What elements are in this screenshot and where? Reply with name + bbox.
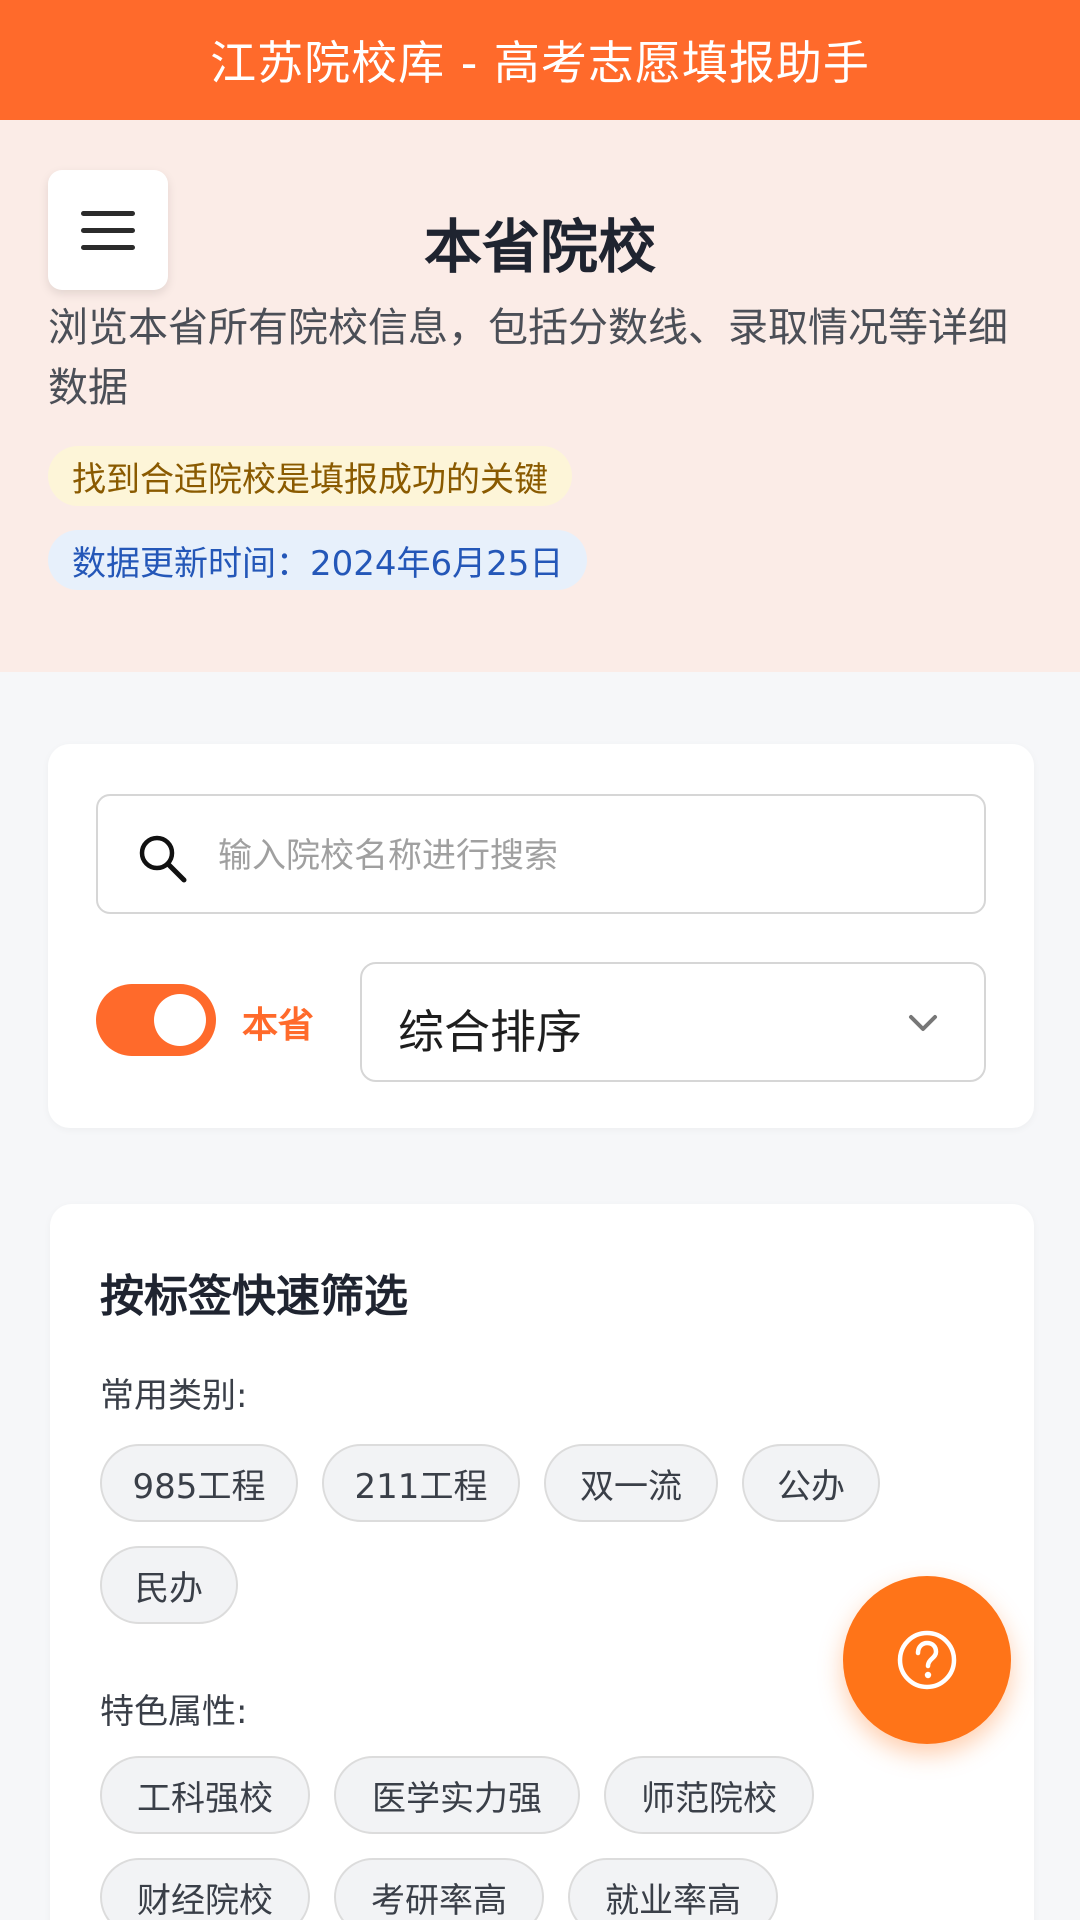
- tag-filter-title: 按标签快速筛选: [100, 1271, 408, 1322]
- tag-engineering[interactable]: 工科强校: [100, 1756, 310, 1834]
- sort-select-value: 综合排序: [398, 1005, 582, 1059]
- tag-normal-university[interactable]: 师范院校: [604, 1756, 814, 1834]
- app-header: 江苏院校库 - 高考志愿填报助手: [0, 0, 1080, 120]
- toggle-knob: [154, 994, 206, 1046]
- help-circle-icon: [897, 1630, 957, 1690]
- hero-section: 本省院校 浏览本省所有院校信息，包括分数线、录取情况等详细数据 找到合适院校是填…: [0, 120, 1080, 672]
- page-description: 浏览本省所有院校信息，包括分数线、录取情况等详细数据: [48, 305, 1008, 411]
- tag-private[interactable]: 民办: [100, 1546, 238, 1624]
- search-box[interactable]: [96, 794, 986, 914]
- province-toggle[interactable]: [96, 984, 216, 1056]
- tag-medical[interactable]: 医学实力强: [334, 1756, 580, 1834]
- help-button[interactable]: [843, 1576, 1011, 1744]
- tag-filter-card: 按标签快速筛选 常用类别: 985工程 211工程 双一流 公办 民办 特色属性…: [50, 1204, 1034, 1920]
- tag-employment-rate[interactable]: 就业率高: [568, 1858, 778, 1920]
- update-time-badge: 数据更新时间：2024年6月25日: [48, 530, 588, 590]
- sort-select[interactable]: 综合排序: [360, 962, 986, 1082]
- group-label-features: 特色属性:: [100, 1692, 248, 1732]
- search-card: 本省 综合排序: [48, 744, 1034, 1128]
- tag-postgrad-rate[interactable]: 考研率高: [334, 1858, 544, 1920]
- app-title: 江苏院校库 - 高考志愿填报助手: [210, 36, 870, 90]
- tip-badge: 找到合适院校是填报成功的关键: [48, 446, 572, 506]
- tag-double-first-class[interactable]: 双一流: [544, 1444, 718, 1522]
- search-input[interactable]: [218, 826, 938, 886]
- chevron-down-icon: [909, 1015, 937, 1031]
- province-toggle-label[interactable]: 本省: [242, 996, 314, 1048]
- page-title: 本省院校: [423, 213, 656, 281]
- group-label-common: 常用类别:: [100, 1376, 248, 1416]
- tag-public[interactable]: 公办: [742, 1444, 880, 1522]
- search-icon: [139, 835, 187, 883]
- tag-finance[interactable]: 财经院校: [100, 1858, 310, 1920]
- tag-211[interactable]: 211工程: [322, 1444, 520, 1522]
- tag-985[interactable]: 985工程: [100, 1444, 298, 1522]
